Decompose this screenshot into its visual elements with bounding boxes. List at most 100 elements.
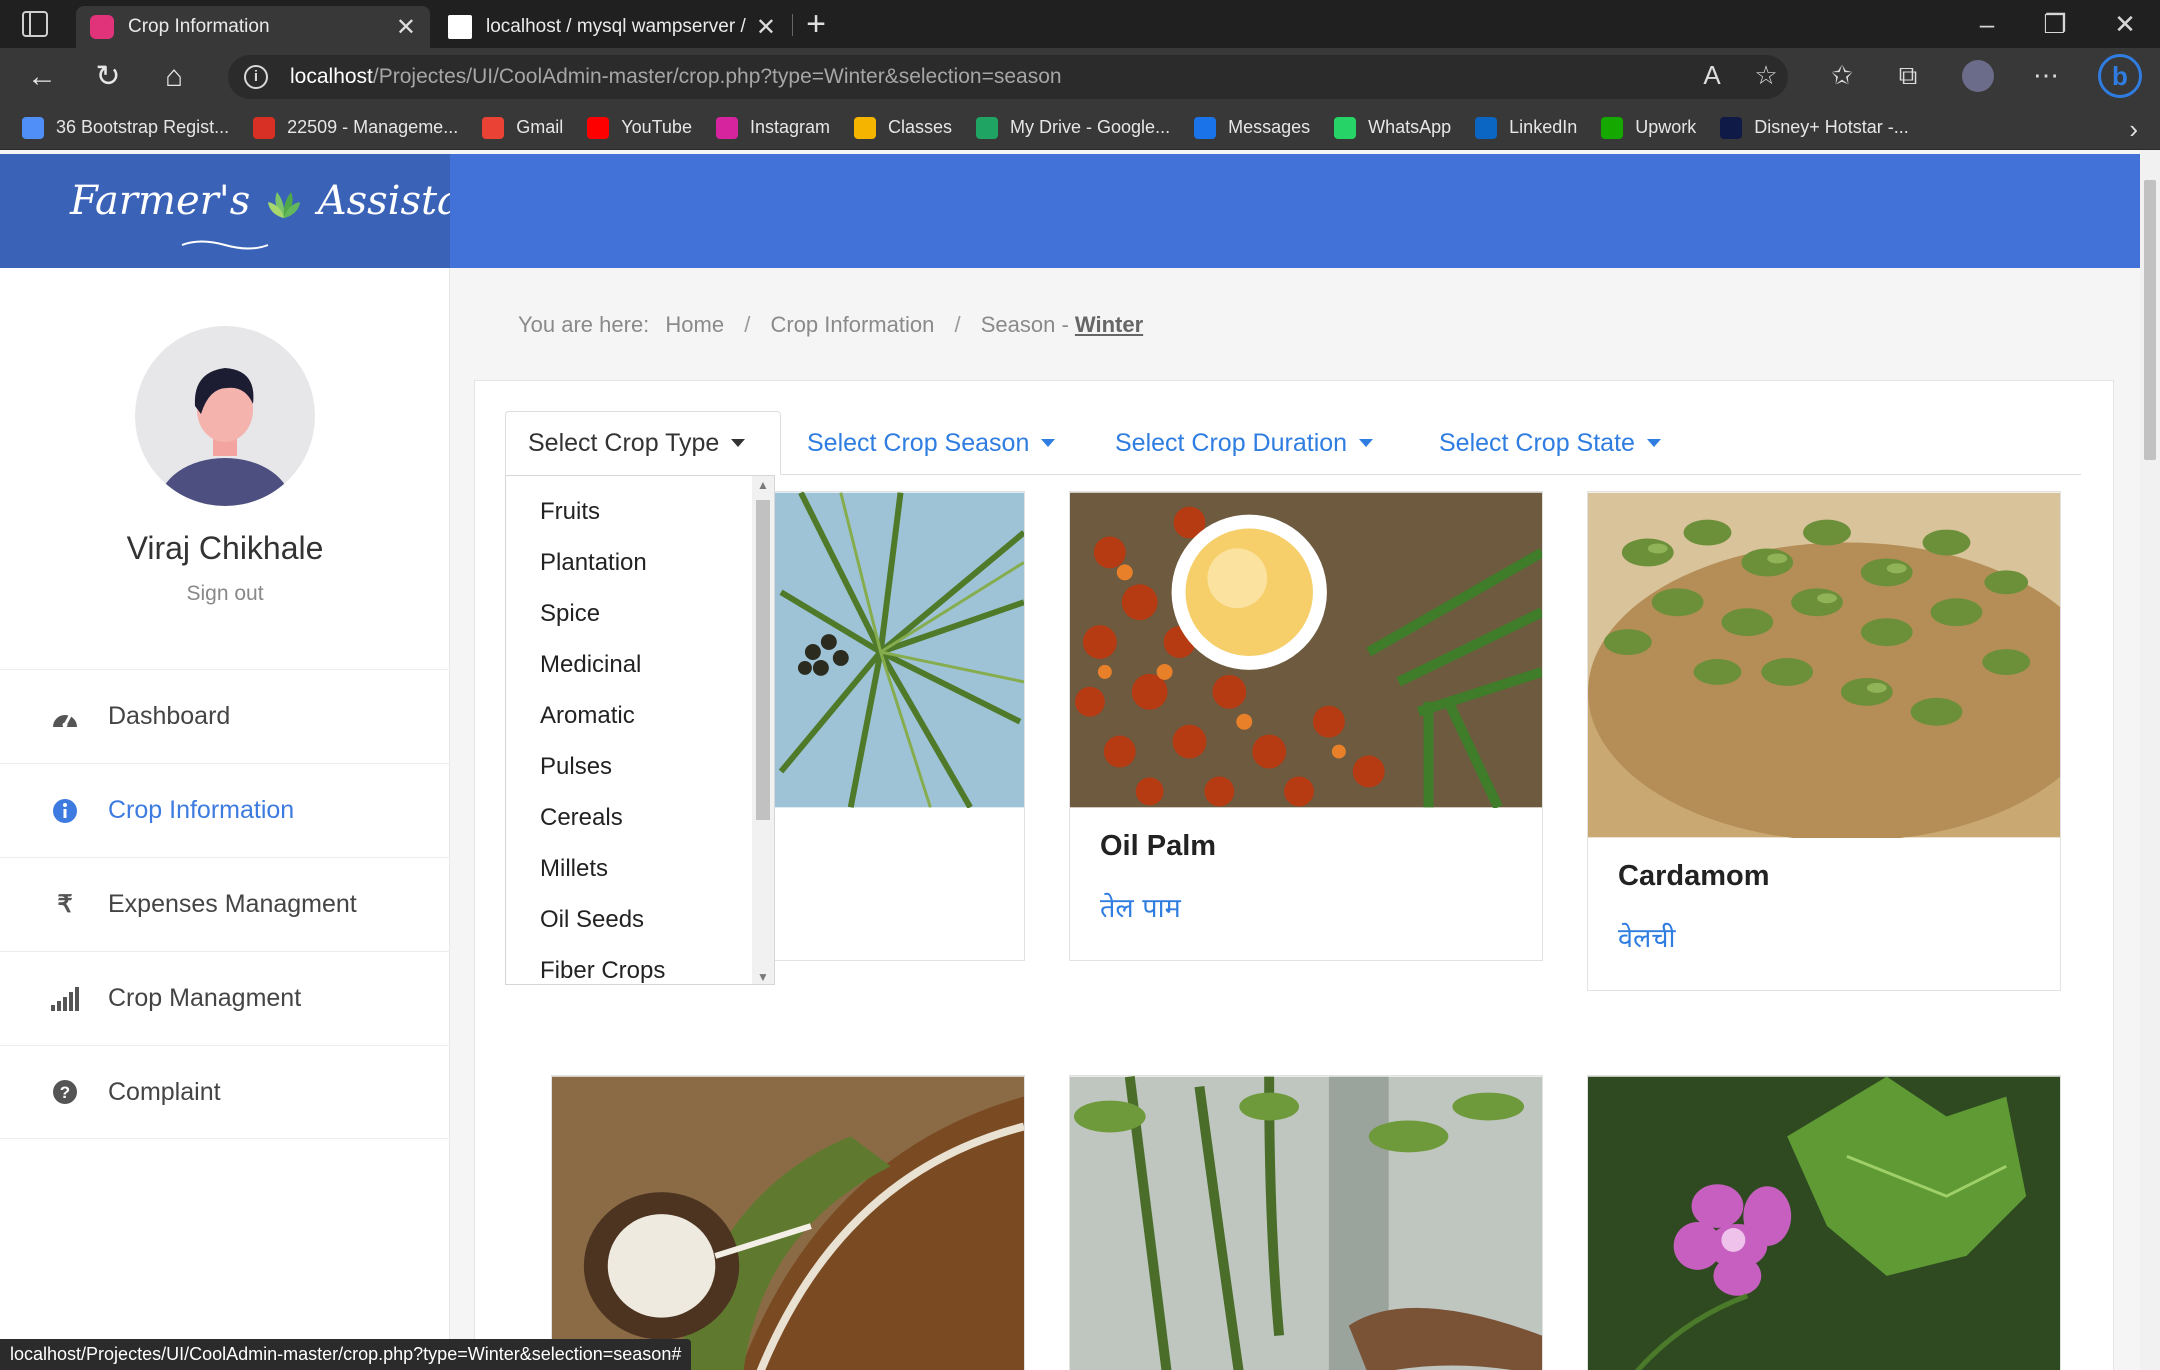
minimize-icon[interactable]: –	[1962, 6, 2012, 42]
crop-type-option-millets[interactable]: Millets	[506, 843, 774, 894]
browser-tab-inactive[interactable]: localhost / mysql wampserver / f ✕	[434, 6, 790, 48]
question-circle-icon: ?	[50, 1077, 80, 1107]
crop-card[interactable]	[1069, 1075, 1543, 1370]
crop-name[interactable]: Cardamom	[1618, 860, 1770, 893]
breadcrumb-home[interactable]: Home	[665, 312, 724, 337]
dropdown-scroll-thumb[interactable]	[756, 500, 770, 820]
close-tab-icon[interactable]: ✕	[396, 13, 416, 42]
sidebar-item-crop-information[interactable]: Crop Information	[0, 763, 450, 857]
sidebar-item-complaint[interactable]: ? Complaint	[0, 1045, 450, 1139]
hotstar-icon	[1720, 116, 1743, 139]
caret-down-icon	[1041, 439, 1056, 447]
restore-icon[interactable]: ❐	[2030, 6, 2080, 42]
sign-out-link[interactable]: Sign out	[0, 582, 450, 606]
bookmark-label: 22509 - Manageme...	[287, 117, 459, 137]
breadcrumb-prefix: You are here:	[518, 312, 650, 337]
crop-type-option-aromatic[interactable]: Aromatic	[506, 690, 774, 741]
bookmark-item[interactable]: Instagram	[715, 116, 830, 139]
svg-text:?: ?	[60, 1083, 70, 1102]
url-text: localhost/Projectes/UI/CoolAdmin-master/…	[290, 65, 1062, 88]
more-menu-icon[interactable]: ⋯	[2026, 60, 2066, 91]
bookmarks-bar: 36 Bootstrap Regist... 22509 - Manageme..…	[0, 106, 2160, 150]
bing-copilot-icon[interactable]: b	[2098, 54, 2142, 98]
dropdown-scrollbar[interactable]: ▲ ▼	[752, 476, 774, 984]
scroll-up-arrow-icon[interactable]: ▲	[757, 478, 769, 492]
bookmark-item[interactable]: Upwork	[1601, 116, 1696, 139]
read-aloud-icon[interactable]: A	[1692, 60, 1732, 91]
profile-avatar-icon[interactable]	[1962, 60, 1994, 92]
user-avatar-icon	[159, 368, 291, 506]
page-scroll-thumb[interactable]	[2144, 180, 2156, 460]
crop-season-dropdown-toggle[interactable]: Select Crop Season	[807, 411, 1056, 475]
crop-card-cardamom[interactable]: Cardamom वेलची	[1587, 491, 2061, 991]
status-bar-url: localhost/Projectes/UI/CoolAdmin-master/…	[0, 1339, 692, 1370]
crop-type-option-plantation[interactable]: Plantation	[506, 537, 774, 588]
back-arrow-icon[interactable]: ←	[20, 56, 64, 98]
crop-state-label: Select Crop State	[1439, 428, 1635, 457]
tab-title: Crop Information	[128, 16, 270, 37]
rupee-icon: ₹	[57, 891, 73, 918]
new-tab-button[interactable]: +	[800, 4, 832, 44]
sidebar-item-expenses-managment[interactable]: ₹ Expenses Managment	[0, 857, 450, 951]
page-scrollbar[interactable]	[2140, 150, 2160, 1370]
bookmark-item[interactable]: Classes	[854, 116, 952, 139]
avatar[interactable]	[135, 326, 315, 506]
crop-local-name[interactable]: वेलची	[1618, 918, 1675, 955]
crop-card[interactable]	[551, 1075, 1025, 1370]
sidebar-item-label: Complaint	[108, 1077, 221, 1106]
bookmark-item[interactable]: Disney+ Hotstar -...	[1720, 116, 1909, 139]
bookmark-item[interactable]: 22509 - Manageme...	[253, 116, 459, 139]
dropdown-top-padding	[506, 476, 774, 486]
upwork-icon	[1601, 116, 1624, 139]
user-name: Viraj Chikhale	[126, 530, 324, 566]
bookmark-item[interactable]: 36 Bootstrap Regist...	[22, 116, 229, 139]
tab-actions-icon[interactable]	[22, 11, 48, 37]
crop-type-option-medicinal[interactable]: Medicinal	[506, 639, 774, 690]
crop-card-oil-palm[interactable]: Oil Palm तेल पाम	[1069, 491, 1543, 961]
crop-type-option-fiber-crops[interactable]: Fiber Crops	[506, 945, 774, 984]
signal-bars-icon	[50, 984, 80, 1014]
sidebar-item-crop-managment[interactable]: Crop Managment	[0, 951, 450, 1045]
breadcrumb-season-prefix: Season -	[980, 312, 1069, 337]
crop-duration-dropdown-toggle[interactable]: Select Crop Duration	[1115, 411, 1374, 475]
browser-tab-active[interactable]: Crop Information ✕	[76, 6, 430, 48]
close-tab-icon[interactable]: ✕	[756, 13, 776, 42]
crop-name[interactable]: Oil Palm	[1100, 830, 1216, 863]
site-info-icon[interactable]: i	[244, 65, 268, 89]
home-icon[interactable]: ⌂	[152, 56, 196, 98]
crop-type-option-cereals[interactable]: Cereals	[506, 792, 774, 843]
add-favorite-icon[interactable]: ☆	[1746, 60, 1786, 91]
bookmark-item[interactable]: Messages	[1194, 116, 1310, 139]
reload-icon[interactable]: ↻	[86, 56, 130, 98]
crop-card[interactable]	[1587, 1075, 2061, 1370]
bookmark-item[interactable]: LinkedIn	[1475, 116, 1578, 139]
crop-type-option-spice[interactable]: Spice	[506, 588, 774, 639]
close-window-icon[interactable]: ✕	[2100, 6, 2150, 42]
favorites-icon[interactable]: ✩	[1822, 60, 1862, 91]
crop-state-dropdown-toggle[interactable]: Select Crop State	[1439, 411, 1661, 475]
bookmark-item[interactable]: YouTube	[587, 116, 692, 139]
crop-duration-label: Select Crop Duration	[1115, 428, 1348, 457]
sidebar-menu: Dashboard Crop Information ₹ Expenses Ma…	[0, 669, 450, 1139]
scroll-down-arrow-icon[interactable]: ▼	[757, 970, 769, 984]
logo[interactable]: Farmer's Assistant	[0, 154, 503, 268]
crop-type-option-fruits[interactable]: Fruits	[506, 486, 774, 537]
crop-type-dropdown-toggle[interactable]: Select Crop Type	[505, 411, 781, 475]
gmail-icon	[482, 116, 505, 139]
collections-icon[interactable]: ⧉	[1888, 60, 1928, 92]
crop-local-name[interactable]: तेल पाम	[1100, 888, 1181, 925]
tab-favicon-icon	[90, 15, 114, 39]
breadcrumb-crop-information[interactable]: Crop Information	[770, 312, 934, 337]
bookmark-label: Disney+ Hotstar -...	[1754, 117, 1909, 137]
bookmarks-more-chevron-icon[interactable]: ›	[2129, 114, 2138, 145]
bookmark-label: LinkedIn	[1509, 117, 1578, 137]
crop-type-option-pulses[interactable]: Pulses	[506, 741, 774, 792]
crop-type-option-oil-seeds[interactable]: Oil Seeds	[506, 894, 774, 945]
sidebar-item-dashboard[interactable]: Dashboard	[0, 669, 450, 763]
bookmark-item[interactable]: Gmail	[482, 116, 563, 139]
caret-down-icon	[1359, 439, 1374, 447]
bookmark-item[interactable]: My Drive - Google...	[976, 116, 1170, 139]
breadcrumb-current-season[interactable]: Winter	[1075, 312, 1143, 337]
bookmark-item[interactable]: WhatsApp	[1334, 116, 1451, 139]
url-field[interactable]: i localhost/Projectes/UI/CoolAdmin-maste…	[228, 55, 1788, 99]
